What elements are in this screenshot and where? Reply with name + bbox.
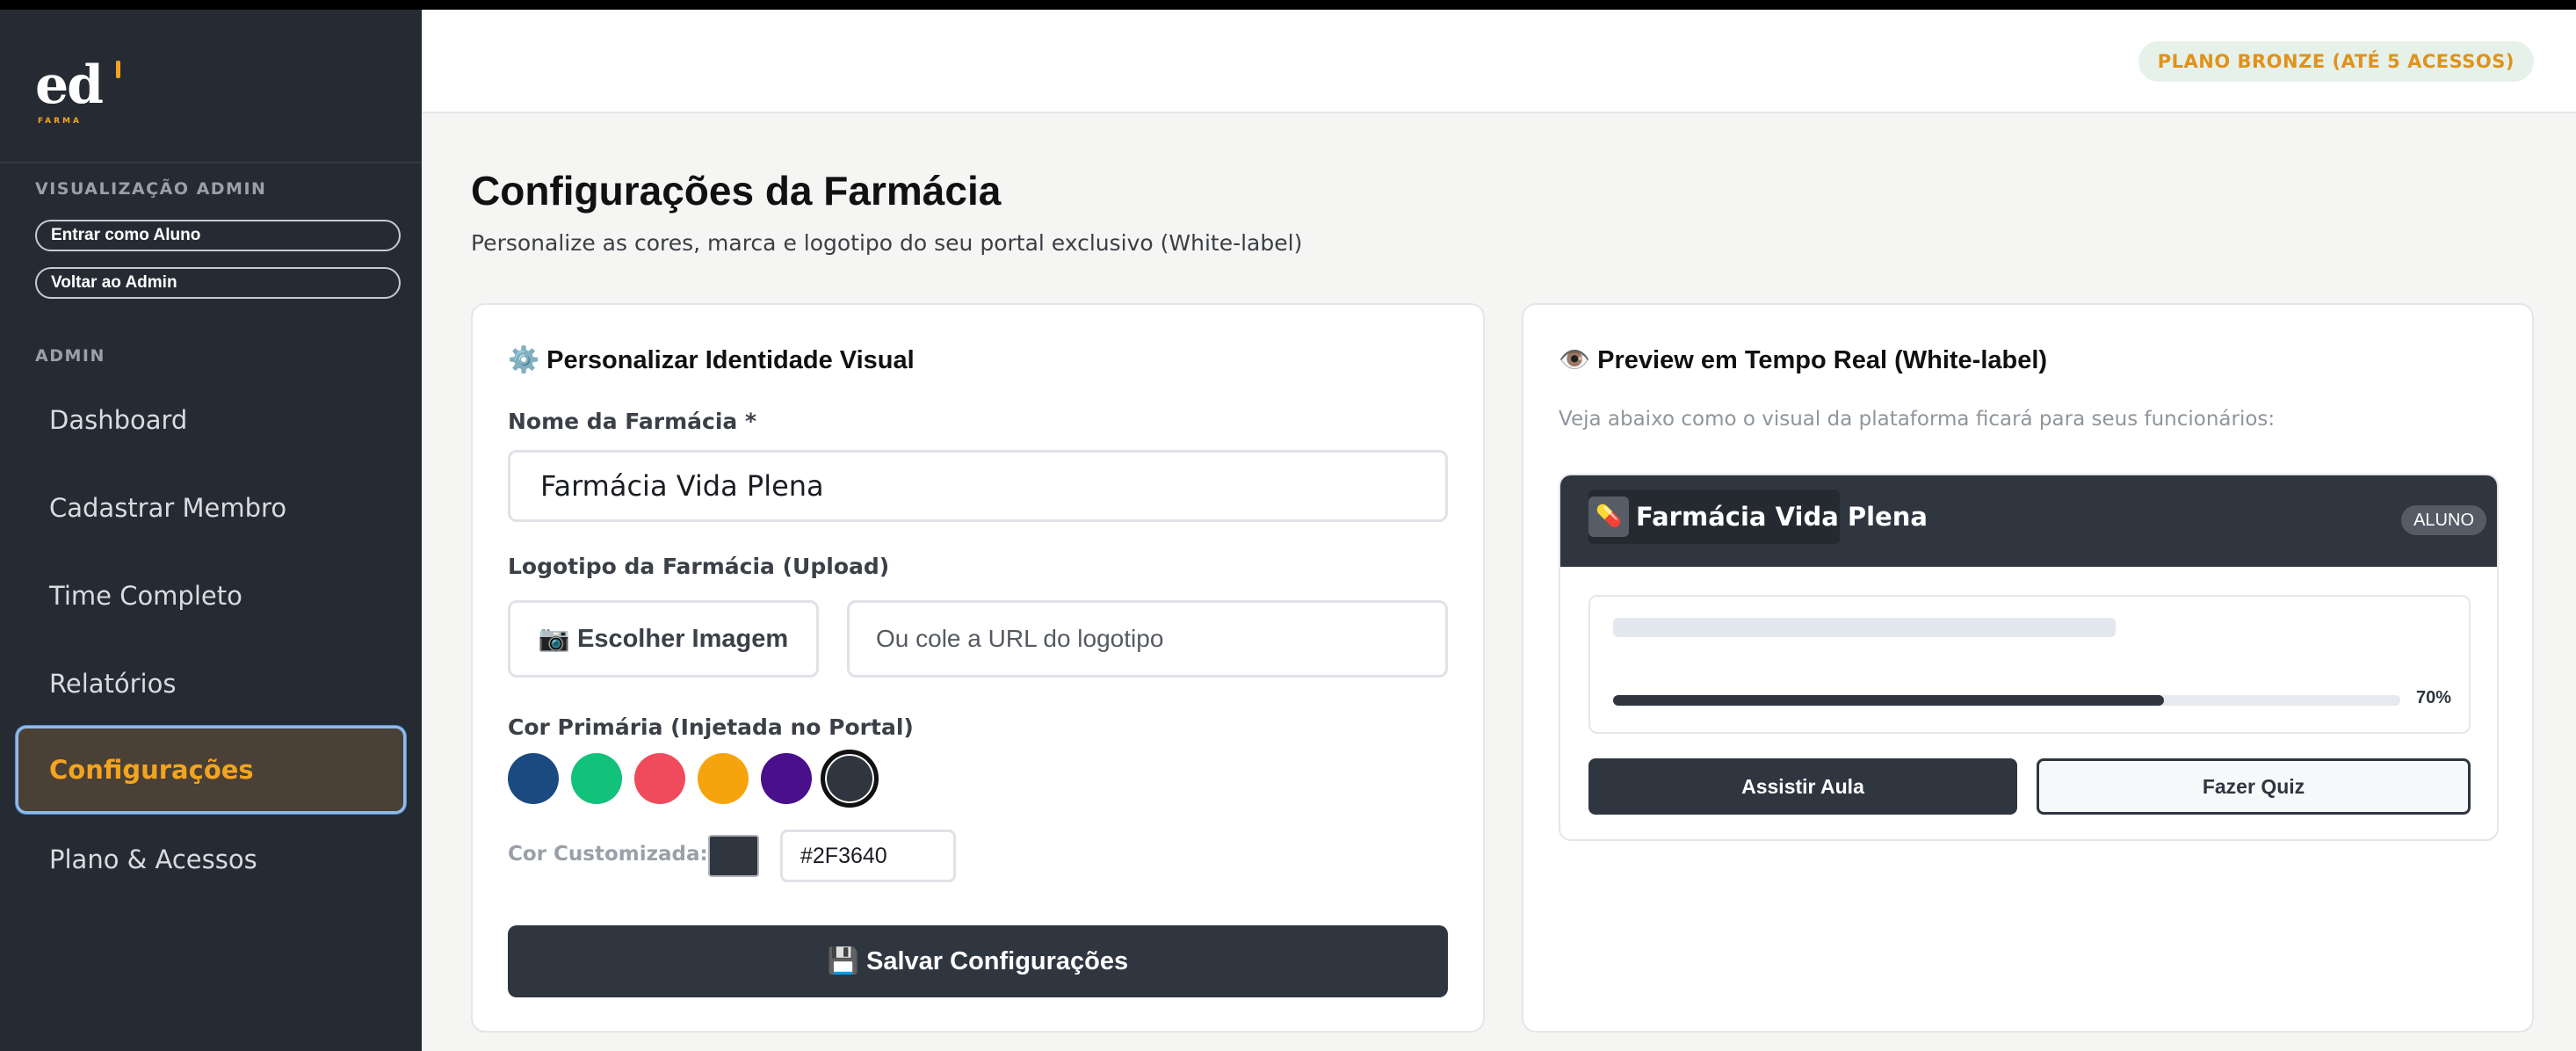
color-swatch-green[interactable] xyxy=(571,753,622,804)
logo-url-input[interactable]: Ou cole a URL do logotipo xyxy=(847,600,1448,678)
sidebar-item-dashboard[interactable]: Dashboard xyxy=(16,376,406,464)
admin-section-label: ADMIN xyxy=(35,346,105,366)
sidebar: ed FARMA VISUALIZAÇÃO ADMIN Entrar como … xyxy=(0,10,422,1051)
pill-icon: 💊 xyxy=(1588,497,1629,537)
role-badge: ALUNO xyxy=(2401,505,2486,535)
color-swatch-dark-selected[interactable] xyxy=(821,750,879,808)
preview-portal-frame: 💊 Farmácia Vida Plena ALUNO 70% Assistir… xyxy=(1559,474,2499,841)
progress-bar xyxy=(1613,695,2400,706)
choose-image-button[interactable]: 📷 Escolher Imagem xyxy=(508,600,819,678)
color-swatch-blue[interactable] xyxy=(508,753,559,804)
sidebar-divider xyxy=(0,162,422,163)
primary-color-label: Cor Primária (Injetada no Portal) xyxy=(508,714,914,740)
logo-accent-mark xyxy=(116,61,120,78)
color-swatch-orange[interactable] xyxy=(698,753,749,804)
page-title: Configurações da Farmácia xyxy=(471,168,1002,214)
pharmacy-name-label: Nome da Farmácia * xyxy=(508,409,757,434)
custom-color-hex-input[interactable]: #2F3640 xyxy=(780,830,956,882)
skeleton-text-line xyxy=(1613,618,2116,637)
logo-text: ed xyxy=(35,54,104,116)
plan-badge[interactable]: PLANO BRONZE (ATÉ 5 ACESSOS) xyxy=(2138,41,2534,82)
sidebar-item-cadastrar-membro[interactable]: Cadastrar Membro xyxy=(16,464,406,552)
sidebar-item-configuracoes[interactable]: Configurações xyxy=(16,726,406,814)
preview-portal-header: 💊 Farmácia Vida Plena ALUNO xyxy=(1560,475,2497,567)
sidebar-item-relatorios[interactable]: Relatórios xyxy=(16,640,406,728)
enter-as-student-button[interactable]: Entrar como Aluno xyxy=(35,220,401,251)
color-swatch-purple[interactable] xyxy=(761,753,812,804)
page-subtitle: Personalize as cores, marca e logotipo d… xyxy=(471,230,1303,256)
preview-pharmacy-name: Farmácia Vida Plena xyxy=(1636,502,1928,532)
watch-lesson-button[interactable]: Assistir Aula xyxy=(1588,758,2017,815)
sidebar-item-plano-acessos[interactable]: Plano & Acessos xyxy=(16,815,406,903)
top-edge-bar xyxy=(0,0,2576,10)
progress-bar-fill xyxy=(1613,695,2165,706)
save-settings-button[interactable]: 💾 Salvar Configurações xyxy=(508,925,1448,997)
pharmacy-name-input[interactable]: Farmácia Vida Plena xyxy=(508,450,1448,522)
preview-course-card: 70% xyxy=(1588,595,2471,734)
live-preview-title: 👁️ Preview em Tempo Real (White-label) xyxy=(1559,346,2048,374)
visual-identity-card: ⚙️ Personalizar Identidade Visual Nome d… xyxy=(471,303,1485,1033)
progress-percentage: 70% xyxy=(2415,688,2451,707)
sidebar-item-time-completo[interactable]: Time Completo xyxy=(16,552,406,640)
admin-view-section-label: VISUALIZAÇÃO ADMIN xyxy=(35,179,267,199)
back-to-admin-button[interactable]: Voltar ao Admin xyxy=(35,267,401,299)
brand-logo[interactable]: ed FARMA xyxy=(35,54,132,133)
visual-identity-title: ⚙️ Personalizar Identidade Visual xyxy=(508,346,915,374)
logo-subtext: FARMA xyxy=(38,117,82,126)
custom-color-label: Cor Customizada: xyxy=(508,843,708,866)
top-header: PLANO BRONZE (ATÉ 5 ACESSOS) xyxy=(422,10,2576,113)
preview-logo-box: 💊 Farmácia Vida Plena xyxy=(1588,489,1928,544)
live-preview-subtitle: Veja abaixo como o visual da plataforma … xyxy=(1559,408,2276,431)
color-swatch-red[interactable] xyxy=(634,753,685,804)
custom-color-picker[interactable] xyxy=(708,835,759,877)
live-preview-card: 👁️ Preview em Tempo Real (White-label) V… xyxy=(1522,303,2534,1033)
logo-upload-label: Logotipo da Farmácia (Upload) xyxy=(508,554,890,579)
take-quiz-button[interactable]: Fazer Quiz xyxy=(2037,758,2471,815)
